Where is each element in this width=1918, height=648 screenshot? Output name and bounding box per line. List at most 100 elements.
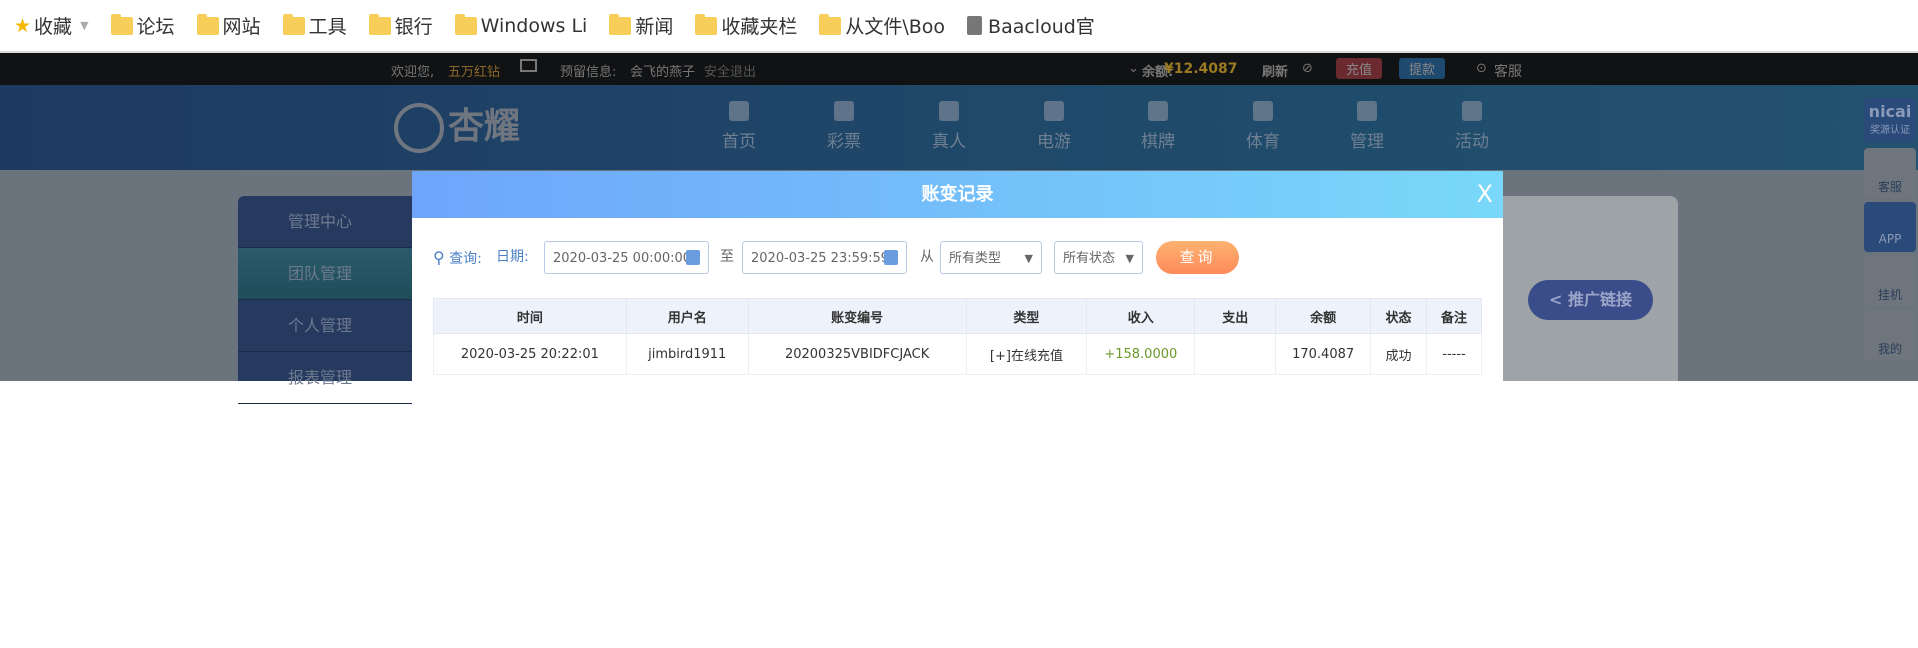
bookmark-folder[interactable]: 从文件\Boo [819,12,945,39]
nav-promotions[interactable]: 活动 [1432,101,1512,152]
cell-status: 成功 [1370,333,1428,375]
star-icon: ★ [14,14,32,37]
share-icon: < [1549,290,1568,309]
modal-header: 账变记录 X [412,171,1503,218]
col-remark: 备注 [1426,298,1482,334]
col-income: 收入 [1086,298,1196,334]
right-toolbar: nicai 奖源认证 客服 APP 挂机 我的 [1862,98,1918,381]
nav-sports[interactable]: 体育 [1223,101,1303,152]
nav-cards[interactable]: 棋牌 [1118,101,1198,152]
bookmark-folder[interactable]: 网站 [196,12,261,39]
bookmark-page[interactable]: Baacloud官 [967,12,1095,39]
bookmark-folder[interactable]: 银行 [368,12,433,39]
cell-username: jimbird1911 [625,333,749,375]
close-icon[interactable]: X [1477,171,1493,218]
lottery-icon [834,101,854,121]
calendar-icon[interactable] [884,250,898,265]
sidebar: 管理中心 团队管理 个人管理 报表管理 [238,196,412,404]
chevron-down-icon: ⌄ [1128,61,1139,76]
from-label: 从 [920,249,934,265]
modal-title: 账变记录 [921,184,994,205]
reserved-value: 会飞的燕子 [630,65,696,80]
end-date-input[interactable]: 2020-03-25 23:59:59 [742,241,907,274]
sidebar-item-management-center[interactable]: 管理中心 [238,196,412,248]
col-type: 类型 [965,298,1088,334]
tool-app[interactable]: APP [1864,202,1916,252]
promo-link-button[interactable]: < 推广链接 [1528,280,1653,320]
chevron-down-icon: ▼ [80,19,89,32]
tool-autobet[interactable]: 挂机 [1864,256,1916,306]
home-icon [729,101,749,121]
bookmark-folder[interactable]: 论坛 [110,12,175,39]
date-label: 日期: [496,249,529,265]
start-date-input[interactable]: 2020-03-25 00:00:00 [544,241,709,274]
transaction-modal: 账变记录 X ⚲ 查询: 日期: 2020-03-25 00:00:00 至 20… [412,171,1503,381]
document-icon [967,16,983,35]
cell-balance: 170.4087 [1275,333,1372,375]
crown-emblem-icon [394,103,444,153]
status-select[interactable]: 所有状态 ▼ [1054,241,1143,274]
cell-transaction-id: 20200325VBIDFCJACK [747,333,967,375]
bookmarks-bar: ★ 收藏 ▼ 论坛 网站 工具 银行 Windows Li 新闻 收藏夹栏 从文件\… [0,0,1918,53]
main-header: 杏耀 首页 彩票 真人 电游 棋牌 体育 管理 活动 [0,85,1918,170]
top-bar: 欢迎您, 五万红钻 预留信息: 会飞的燕子 安全退出 ⌄ 余额: ¥12.408… [0,53,1918,85]
folder-icon [609,13,632,35]
bookmark-folder[interactable]: 收藏夹栏 [695,12,797,39]
nav-manage[interactable]: 管理 [1327,101,1407,152]
col-balance: 余额 [1275,298,1372,334]
sidebar-item-reports[interactable]: 报表管理 [238,352,412,404]
sidebar-item-personal[interactable]: 个人管理 [238,300,412,352]
service-link[interactable]: 客服 [1494,61,1522,81]
sidebar-item-team[interactable]: 团队管理 [238,248,412,300]
nav-home[interactable]: 首页 [699,101,779,152]
nav-slots[interactable]: 电游 [1014,101,1094,152]
type-select[interactable]: 所有类型 ▼ [940,241,1042,274]
table-header-row: 时间 用户名 账变编号 类型 收入 支出 余额 状态 备注 [433,298,1482,334]
bookmark-folder[interactable]: 工具 [282,12,347,39]
transactions-table: 时间 用户名 账变编号 类型 收入 支出 余额 状态 备注 2020-03-25… [433,298,1482,375]
bookmark-favorites[interactable]: ★ 收藏 ▼ [14,12,89,39]
cell-remark: ----- [1426,333,1482,375]
bookmark-folder[interactable]: Windows Li [454,13,587,37]
col-expense: 支出 [1194,298,1277,334]
query-label: ⚲ 查询: [433,248,482,267]
mail-icon[interactable] [520,59,537,72]
cards-icon [1148,101,1168,121]
content-card: < 推广链接 [1503,196,1678,381]
nicai-badge[interactable]: nicai 奖源认证 [1864,98,1916,143]
tool-service[interactable]: 客服 [1864,148,1916,198]
cell-expense [1194,333,1277,375]
logout-link[interactable]: 安全退出 [704,61,756,80]
query-button[interactable]: 查询 [1156,241,1239,274]
balance-value: ¥12.4087 [1164,61,1238,77]
welcome-text: 欢迎您, [391,65,435,80]
nav-lottery[interactable]: 彩票 [804,101,884,152]
col-transaction-id: 账变编号 [747,298,967,334]
folder-icon [110,13,133,35]
dropdown-arrow-icon: ▼ [1024,252,1033,265]
username-link[interactable]: 五万红钻 [448,61,500,80]
cell-type: [+]在线充值 [965,333,1088,375]
users-icon [1357,101,1377,121]
cell-income: +158.0000 [1086,333,1196,375]
logo[interactable]: 杏耀 [394,97,544,157]
col-username: 用户名 [625,298,749,334]
folder-icon [196,13,219,35]
deposit-button[interactable]: 充值 [1336,58,1383,79]
nav-live[interactable]: 真人 [909,101,989,152]
withdraw-button[interactable]: 提款 [1399,58,1446,79]
chat-icon: ⊙ [1476,61,1487,76]
reserved-label: 预留信息: [560,65,617,80]
trophy-icon [1253,101,1273,121]
calendar-icon[interactable] [686,250,700,265]
folder-icon [454,13,477,35]
col-time: 时间 [433,298,627,334]
col-status: 状态 [1370,298,1428,334]
table-row: 2020-03-25 20:22:01 jimbird1911 20200325… [433,333,1482,375]
to-label: 至 [720,249,734,265]
slots-icon [1044,101,1064,121]
bookmark-folder[interactable]: 新闻 [609,12,673,39]
eye-off-icon[interactable]: ⊘ [1302,61,1313,76]
tool-mine[interactable]: 我的 [1864,310,1916,360]
refresh-link[interactable]: 刷新 [1262,61,1288,80]
